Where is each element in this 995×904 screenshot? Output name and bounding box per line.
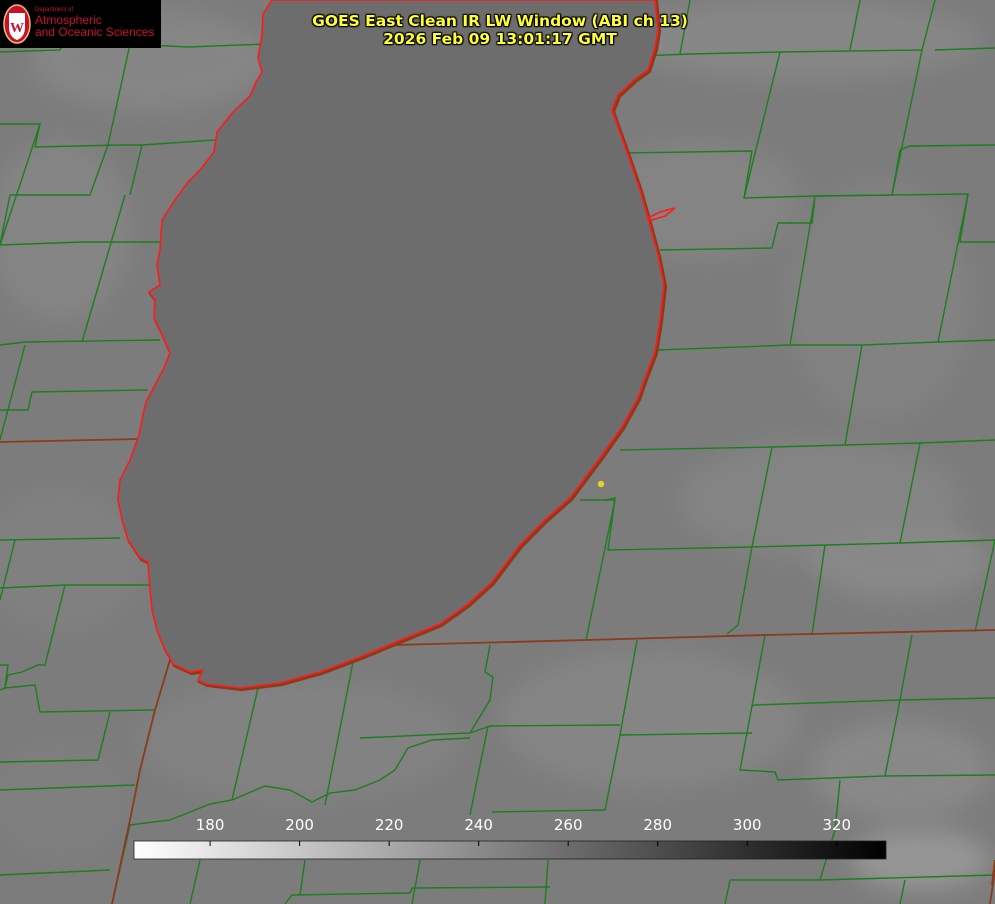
title-line-2: 2026 Feb 09 13:01:17 GMT [383, 30, 617, 48]
colorbar-tick-label: 220 [375, 816, 404, 834]
colorbar-tick-label: 320 [822, 816, 851, 834]
title-line-1: GOES East Clean IR LW Window (ABI ch 13) [312, 12, 688, 30]
aos-logo: W Department of Atmospheric and Oceanic … [0, 0, 161, 48]
colorbar-gradient [133, 840, 887, 860]
station-dot-icon [597, 480, 605, 488]
logo-line-2: and Oceanic Sciences [35, 25, 155, 39]
colorbar-tick-label: 300 [733, 816, 762, 834]
colorbar-tick-label: 280 [643, 816, 672, 834]
uw-crest-icon: W [3, 4, 31, 44]
satellite-map: 180 200 220 240 260 280 300 320 [0, 0, 995, 904]
image-title: GOES East Clean IR LW Window (ABI ch 13)… [280, 12, 720, 48]
colorbar-tick-label: 180 [196, 816, 225, 834]
seal-letter: W [10, 21, 24, 36]
colorbar-tick-label: 200 [285, 816, 314, 834]
logo-text: Department of Atmospheric and Oceanic Sc… [35, 7, 154, 38]
colorbar-tick-label: 260 [554, 816, 583, 834]
colorbar-tick-label: 240 [464, 816, 493, 834]
